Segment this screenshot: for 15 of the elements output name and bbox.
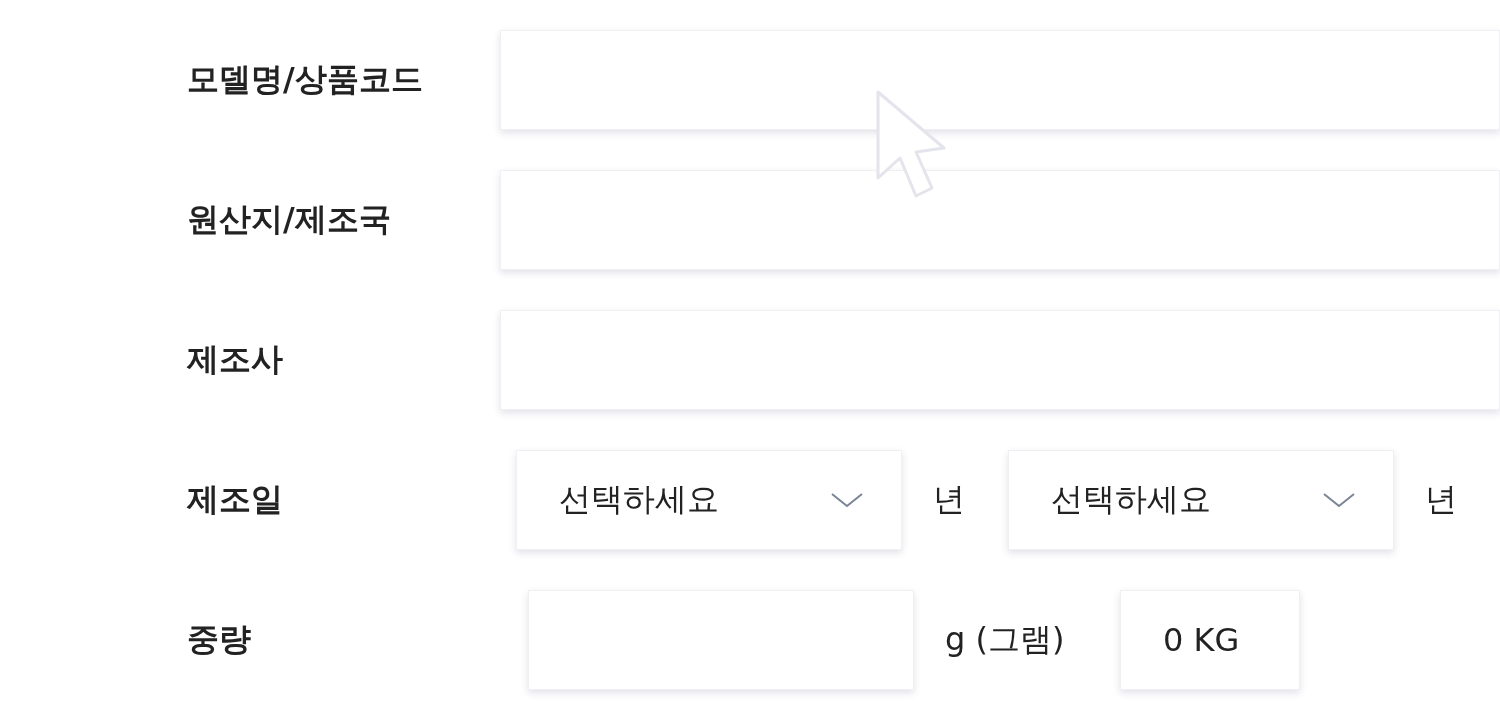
- unit-label: g (그램): [944, 619, 1066, 660]
- select-dropdown[interactable]: 선택하세요: [1008, 450, 1394, 550]
- unit-label: 년: [932, 479, 966, 520]
- field-label: 중량: [186, 619, 252, 660]
- field-label: 원산지/제조국: [186, 199, 392, 240]
- chevron-down-icon: [1323, 492, 1355, 508]
- input-field[interactable]: [500, 170, 1500, 270]
- unit-label: 년: [1424, 479, 1458, 520]
- field-label: 모델명/상품코드: [186, 59, 424, 100]
- select-dropdown[interactable]: 선택하세요: [516, 450, 902, 550]
- field-label: 제조일: [186, 479, 284, 520]
- chevron-down-icon: [831, 492, 863, 508]
- input-field[interactable]: [500, 30, 1500, 130]
- field-label: 제조사: [186, 339, 284, 380]
- converted-weight: 0 KG: [1120, 590, 1300, 690]
